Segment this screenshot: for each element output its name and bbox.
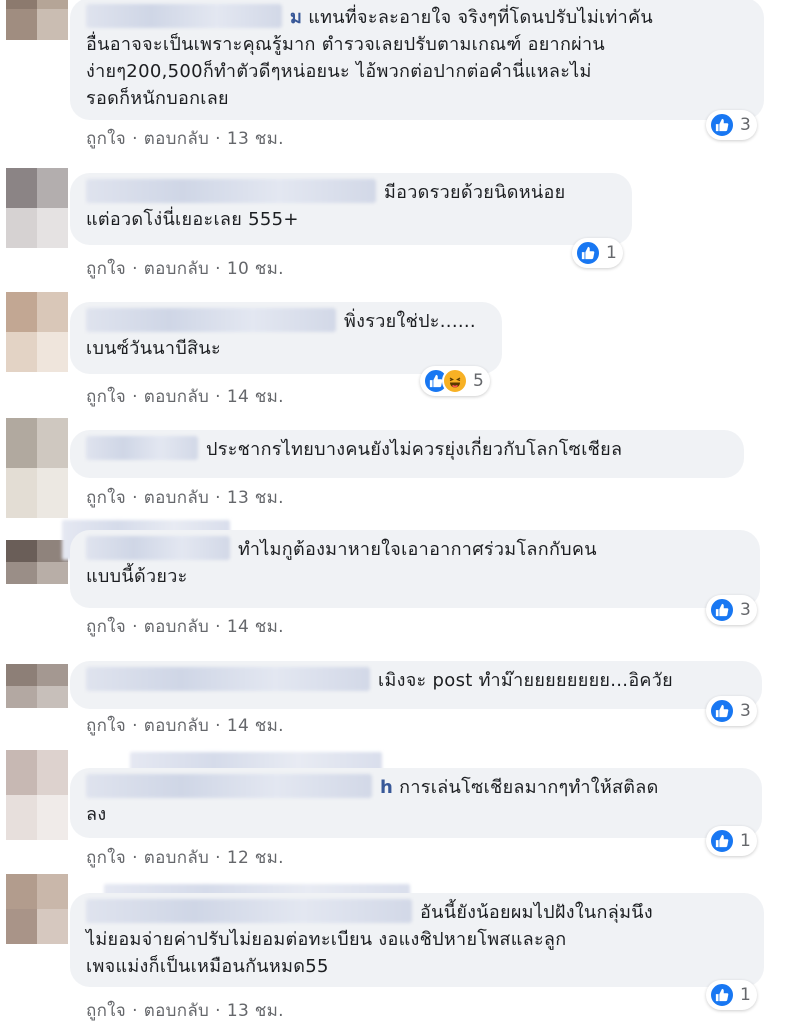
comment-bubble: เมิงจะ post ทำม๊ายยยยยยยย...อิควัย [70,661,762,709]
comment-text: รอดก็หนักบอกเลย [86,88,229,109]
comment-bubble: ทำไมกูต้องมาหายใจเอาอากาศร่วมโลกกับคน แบ… [70,530,760,608]
reaction-count: 1 [606,243,617,263]
reaction-summary[interactable]: 5 [420,366,490,396]
commenter-name[interactable] [86,899,412,923]
like-link[interactable]: ถูกใจ [86,617,126,637]
like-link[interactable]: ถูกใจ [86,387,126,407]
like-link[interactable]: ถูกใจ [86,129,126,149]
like-reaction-icon [709,698,735,724]
like-reaction-icon [709,982,735,1008]
comment-bubble: มีอวดรวยด้วยนิดหน่อย แต่อวดโง่นี่เยอะเลย… [70,173,632,245]
reaction-summary[interactable]: 3 [706,110,757,140]
timestamp[interactable]: 12 ชม. [227,848,284,868]
comment-text: ทำไมกูต้องมาหายใจเอาอากาศร่วมโลกกับคน [238,539,597,560]
comment-bubble: ม แทนที่จะละอายใจ จริงๆที่โดนปรับไม่เท่า… [70,0,764,120]
avatar[interactable] [6,750,68,840]
reaction-summary[interactable]: 1 [706,826,757,856]
comment-text: แบบนี้ด้วยวะ [86,566,188,587]
comment-text: แต่อวดโง่นี่เยอะเลย 555+ [86,209,299,230]
avatar[interactable] [6,418,68,518]
commenter-name[interactable] [86,536,230,560]
comment-text: ไม่ยอมจ่ายค่าปรับไม่ยอมต่อทะเบียน งอแงชิ… [86,929,567,950]
reaction-summary[interactable]: 1 [572,238,623,268]
comment-bubble: อันนี้ยังน้อยผมไปฝังในกลุ่มนึง ไม่ยอมจ่า… [70,893,764,987]
comment-text: ง่ายๆ200,500ก็ทำตัวดีๆหน่อยนะ ไอ้พวกต่อป… [86,61,592,82]
comment-text: ประชากรไทยบางคนยังไม่ควรยุ่งเกี่ยวกับโลก… [206,439,623,460]
comment-actions: ถูกใจ · ตอบกลับ · 10 ชม. [86,259,284,279]
comment-text: เบนซ์วันนาบีสินะ [86,338,221,359]
comment-text: เพจแม่งก็เป็นเหมือนกันหมด55 [86,956,329,977]
comment-actions: ถูกใจ · ตอบกลับ · 14 ชม. [86,617,284,637]
reaction-count: 1 [740,985,751,1005]
timestamp[interactable]: 13 ชม. [227,129,284,149]
comment-text: แทนที่จะละอายใจ จริงๆที่โดนปรับไม่เท่าคั… [308,7,653,28]
comment-actions: ถูกใจ · ตอบกลับ · 13 ชม. [86,1001,284,1021]
comment-text: พิ่งรวยใช่ปะ...... [344,311,476,332]
reaction-summary[interactable]: 1 [706,980,757,1010]
comment-text: อันนี้ยังน้อยผมไปฝังในกลุ่มนึง [420,902,653,923]
reaction-summary[interactable]: 3 [706,595,757,625]
reaction-summary[interactable]: 3 [706,696,757,726]
timestamp[interactable]: 14 ชม. [227,617,284,637]
avatar[interactable] [6,874,68,944]
comment-text: ลง [86,804,107,825]
reaction-count: 3 [740,701,751,721]
commenter-name[interactable] [86,667,370,691]
timestamp[interactable]: 13 ชม. [227,1001,284,1021]
comment-bubble: h การเล่นโซเชียลมากๆทำให้สติลด ลง [70,768,762,838]
avatar[interactable] [6,168,68,248]
like-link[interactable]: ถูกใจ [86,716,126,736]
timestamp[interactable]: 13 ชม. [227,488,284,508]
reply-link[interactable]: ตอบกลับ [144,129,209,149]
reaction-count: 3 [740,600,751,620]
comment-bubble: พิ่งรวยใช่ปะ...... เบนซ์วันนาบีสินะ [70,302,502,374]
comment-actions: ถูกใจ · ตอบกลับ · 14 ชม. [86,387,284,407]
reply-link[interactable]: ตอบกลับ [144,488,209,508]
comment-bubble: ประชากรไทยบางคนยังไม่ควรยุ่งเกี่ยวกับโลก… [70,430,744,478]
like-reaction-icon [575,240,601,266]
avatar[interactable] [6,292,68,372]
commenter-name[interactable] [86,4,282,28]
comment-actions: ถูกใจ · ตอบกลับ · 13 ชม. [86,129,284,149]
reaction-count: 1 [740,831,751,851]
timestamp[interactable]: 14 ชม. [227,716,284,736]
reply-link[interactable]: ตอบกลับ [144,848,209,868]
reply-link[interactable]: ตอบกลับ [144,259,209,279]
avatar[interactable] [6,540,68,584]
reply-link[interactable]: ตอบกลับ [144,716,209,736]
like-link[interactable]: ถูกใจ [86,259,126,279]
like-reaction-icon [709,112,735,138]
like-reaction-icon [709,828,735,854]
commenter-name[interactable] [86,774,372,798]
like-link[interactable]: ถูกใจ [86,848,126,868]
avatar[interactable] [6,0,68,40]
like-link[interactable]: ถูกใจ [86,1001,126,1021]
comment-text: มีอวดรวยด้วยนิดหน่อย [384,182,566,203]
comment-text: การเล่นโซเชียลมากๆทำให้สติลด [399,777,659,798]
reaction-count: 5 [473,371,484,391]
haha-reaction-icon [442,368,468,394]
comment-actions: ถูกใจ · ตอบกลับ · 14 ชม. [86,716,284,736]
timestamp[interactable]: 14 ชม. [227,387,284,407]
reply-link[interactable]: ตอบกลับ [144,617,209,637]
commenter-name[interactable] [86,179,376,203]
like-link[interactable]: ถูกใจ [86,488,126,508]
reply-link[interactable]: ตอบกลับ [144,387,209,407]
avatar[interactable] [6,664,68,708]
timestamp[interactable]: 10 ชม. [227,259,284,279]
reply-link[interactable]: ตอบกลับ [144,1001,209,1021]
commenter-name[interactable] [86,436,198,460]
comment-text: เมิงจะ post ทำม๊ายยยยยยยย...อิควัย [378,670,674,691]
like-reaction-icon [709,597,735,623]
comment-actions: ถูกใจ · ตอบกลับ · 13 ชม. [86,488,284,508]
comment-actions: ถูกใจ · ตอบกลับ · 12 ชม. [86,848,284,868]
commenter-name[interactable] [86,308,336,332]
comment-text: อื่นอาจจะเป็นเพราะคุณรู้มาก ตำรวจเลยปรับ… [86,34,606,55]
reaction-count: 3 [740,115,751,135]
